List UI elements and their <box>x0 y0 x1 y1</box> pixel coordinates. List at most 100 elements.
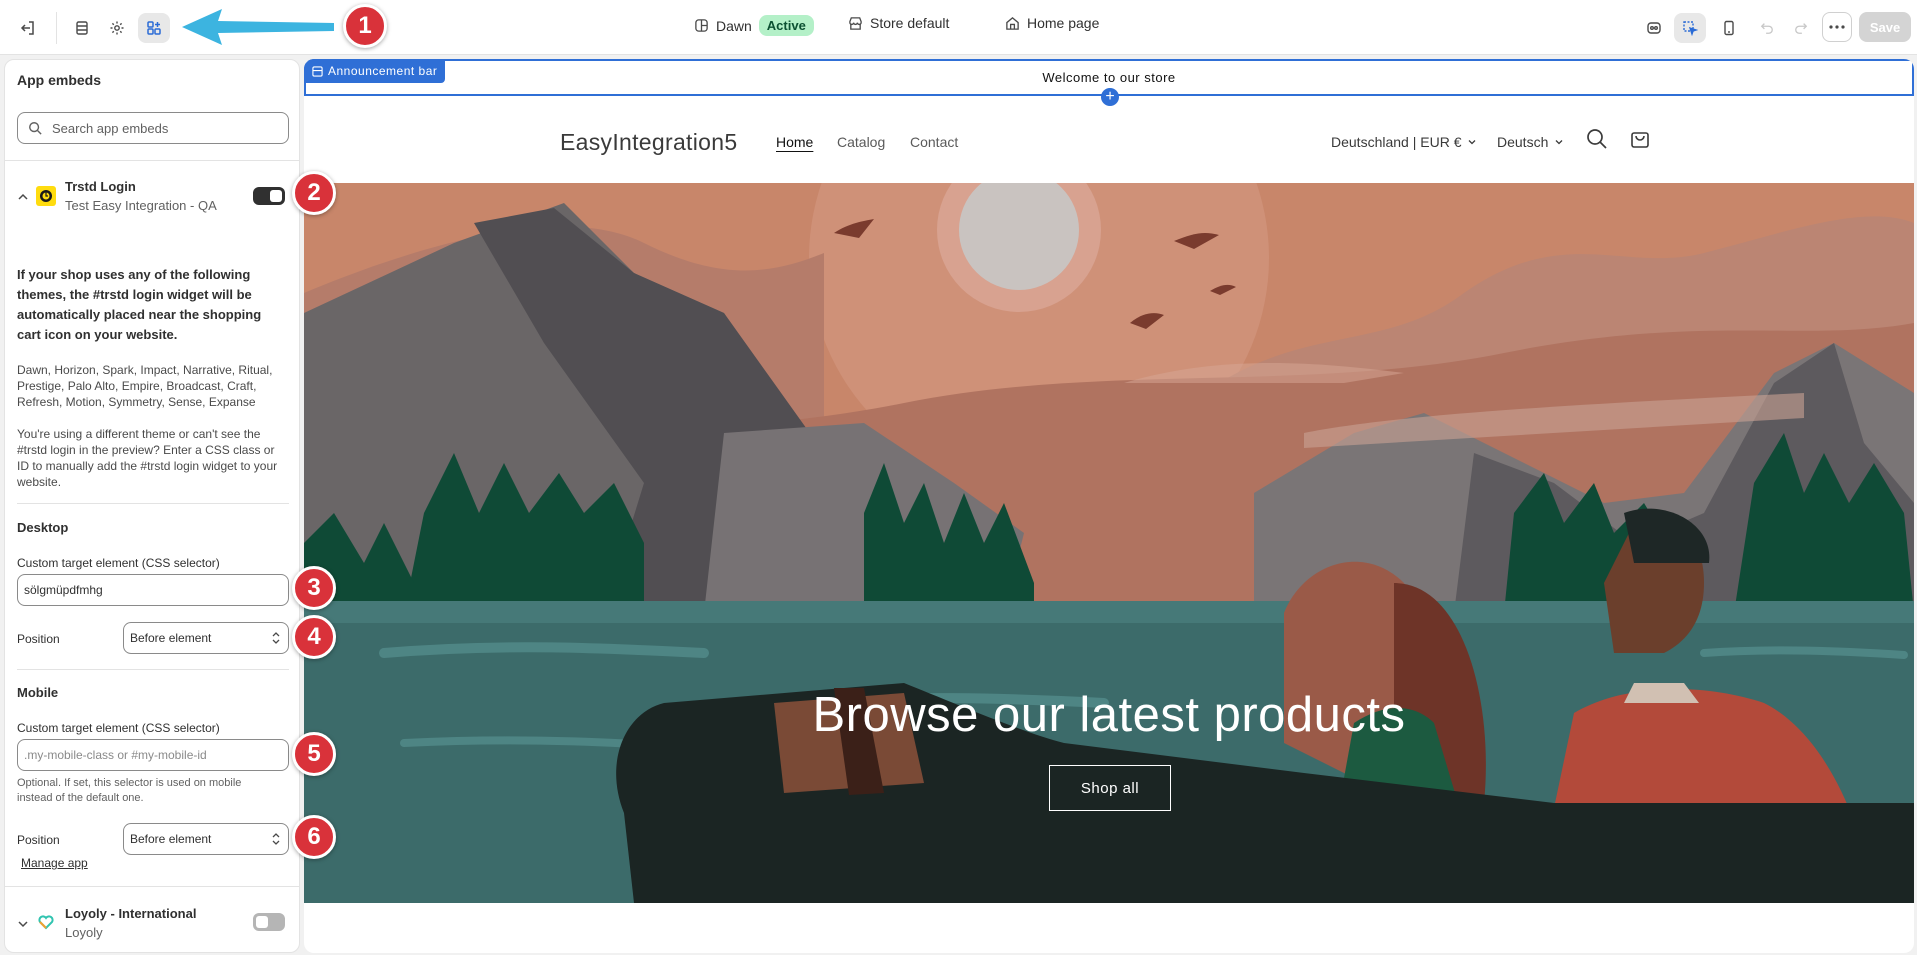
select-arrows-icon <box>272 833 280 845</box>
intro-text: If your shop uses any of the following t… <box>17 267 262 342</box>
exit-icon <box>20 21 34 35</box>
cart-icon[interactable] <box>1630 127 1650 149</box>
nav-home[interactable]: Home <box>776 134 813 150</box>
page-selector[interactable]: Home page <box>1005 15 1099 31</box>
theme-selector[interactable]: Dawn Active <box>694 15 814 36</box>
app-subtitle: Test Easy Integration - QA <box>65 198 217 213</box>
app-name: Trstd Login <box>65 179 136 194</box>
editor-toolbar: Dawn Active Store default Home page Save <box>0 0 1917 55</box>
loyoly-app-header: Loyoly - International Loyoly <box>65 906 255 940</box>
search-placeholder: Search app embeds <box>52 120 169 136</box>
mobile-view-button[interactable] <box>1713 13 1745 43</box>
ellipsis-icon <box>1829 25 1845 29</box>
app-embeds-panel: App embeds Search app embeds Trstd Login… <box>4 59 300 953</box>
hint-text: You're using a different theme or can't … <box>17 427 278 489</box>
app-embeds-button[interactable] <box>138 13 170 43</box>
mobile-selector-input[interactable]: .my-mobile-class or #my-mobile-id <box>17 739 289 771</box>
theme-status-badge: Active <box>758 15 814 36</box>
desktop-position-label: Position <box>17 632 60 646</box>
desktop-position-value: Before element <box>130 631 212 645</box>
sections-icon <box>76 21 88 35</box>
manage-app-link[interactable]: Manage app <box>21 856 88 870</box>
divider <box>17 669 289 670</box>
annotation-marker-5: 5 <box>292 732 336 776</box>
section-icon <box>312 65 323 77</box>
store-preview: Announcement bar Welcome to our store + … <box>304 59 1914 953</box>
loyoly-enable-toggle[interactable] <box>253 913 285 931</box>
desktop-field-label: Custom target element (CSS selector) <box>17 556 220 570</box>
language-selector[interactable]: Deutsch <box>1497 134 1564 150</box>
divider <box>5 886 299 887</box>
sections-button[interactable] <box>66 13 98 43</box>
exit-button[interactable] <box>12 13 44 43</box>
cursor-select-icon <box>1683 21 1698 36</box>
desktop-selector-value: sölgmüpdfmhg <box>24 583 103 597</box>
mobile-icon <box>1724 20 1734 36</box>
trstd-app-header: Trstd Login Test Easy Integration - QA <box>65 179 255 213</box>
annotation-marker-3: 3 <box>292 566 336 610</box>
divider <box>17 503 289 504</box>
mobile-position-select[interactable]: Before element <box>123 823 289 855</box>
desktop-position-select[interactable]: Before element <box>123 622 289 654</box>
mobile-position-label: Position <box>17 833 60 847</box>
hero-banner: Browse our latest products Shop all <box>304 183 1914 903</box>
search-input[interactable]: Search app embeds <box>17 112 289 144</box>
annotation-marker-6: 6 <box>292 815 336 859</box>
more-actions-button[interactable] <box>1822 12 1852 42</box>
undo-button[interactable] <box>1751 13 1783 43</box>
annotation-marker-2: 2 <box>292 171 336 215</box>
store-icon <box>849 16 862 30</box>
trstd-enable-toggle[interactable] <box>253 187 285 205</box>
inspector-button[interactable] <box>1638 13 1670 43</box>
supported-themes-text: Dawn, Horizon, Spark, Impact, Narrative,… <box>17 363 273 409</box>
select-arrows-icon <box>272 632 280 644</box>
announcement-bar-label: Announcement bar <box>328 64 438 78</box>
search-icon <box>29 122 42 135</box>
theme-settings-button[interactable] <box>101 13 133 43</box>
gear-icon <box>110 21 124 35</box>
announcement-bar-tag: Announcement bar <box>304 59 446 83</box>
redo-button[interactable] <box>1785 13 1817 43</box>
chevron-down-icon <box>1469 140 1476 145</box>
mobile-field-label: Custom target element (CSS selector) <box>17 721 220 735</box>
nav-catalog[interactable]: Catalog <box>837 134 885 150</box>
desktop-selector-input[interactable]: sölgmüpdfmhg <box>17 574 289 606</box>
redo-icon <box>1795 23 1808 34</box>
chevron-down-icon[interactable] <box>17 918 29 930</box>
shop-all-button[interactable]: Shop all <box>1049 765 1171 811</box>
store-selector[interactable]: Store default <box>848 15 949 31</box>
desktop-section-title: Desktop <box>17 520 69 535</box>
mobile-selector-placeholder: .my-mobile-class or #my-mobile-id <box>24 748 207 762</box>
store-header: EasyIntegration5 Home Catalog Contact De… <box>304 97 1914 183</box>
layout-icon <box>695 19 708 32</box>
select-mode-button[interactable] <box>1674 13 1706 43</box>
divider <box>5 160 299 161</box>
annotation-marker-4: 4 <box>292 615 336 659</box>
search-icon[interactable] <box>1586 128 1608 150</box>
toolbar-divider <box>56 12 57 44</box>
annotation-arrow-icon <box>182 9 334 45</box>
page-label: Home page <box>1027 15 1100 31</box>
chevron-up-icon[interactable] <box>17 191 29 203</box>
theme-name: Dawn <box>716 17 752 34</box>
trstd-app-icon <box>36 186 56 206</box>
app-name: Loyoly - International <box>65 906 197 921</box>
loyoly-app-icon <box>36 912 56 932</box>
app-subtitle: Loyoly <box>65 925 103 940</box>
annotation-marker-1: 1 <box>343 4 387 48</box>
inspector-icon <box>1647 22 1661 34</box>
hero-title: Browse our latest products <box>812 688 1406 742</box>
apps-icon <box>147 21 161 35</box>
undo-icon <box>1760 23 1773 34</box>
store-logo[interactable]: EasyIntegration5 <box>560 129 737 156</box>
country-label: Deutschland | EUR € <box>1331 134 1462 150</box>
mobile-help-text: Optional. If set, this selector is used … <box>17 777 242 804</box>
mobile-position-value: Before element <box>130 832 212 846</box>
mobile-section-title: Mobile <box>17 685 59 700</box>
nav-contact[interactable]: Contact <box>910 134 958 150</box>
chevron-down-icon <box>1555 140 1563 145</box>
country-selector[interactable]: Deutschland | EUR € <box>1331 134 1477 150</box>
language-label: Deutsch <box>1497 134 1549 150</box>
save-button[interactable]: Save <box>1859 12 1911 42</box>
store-label: Store default <box>870 15 950 31</box>
